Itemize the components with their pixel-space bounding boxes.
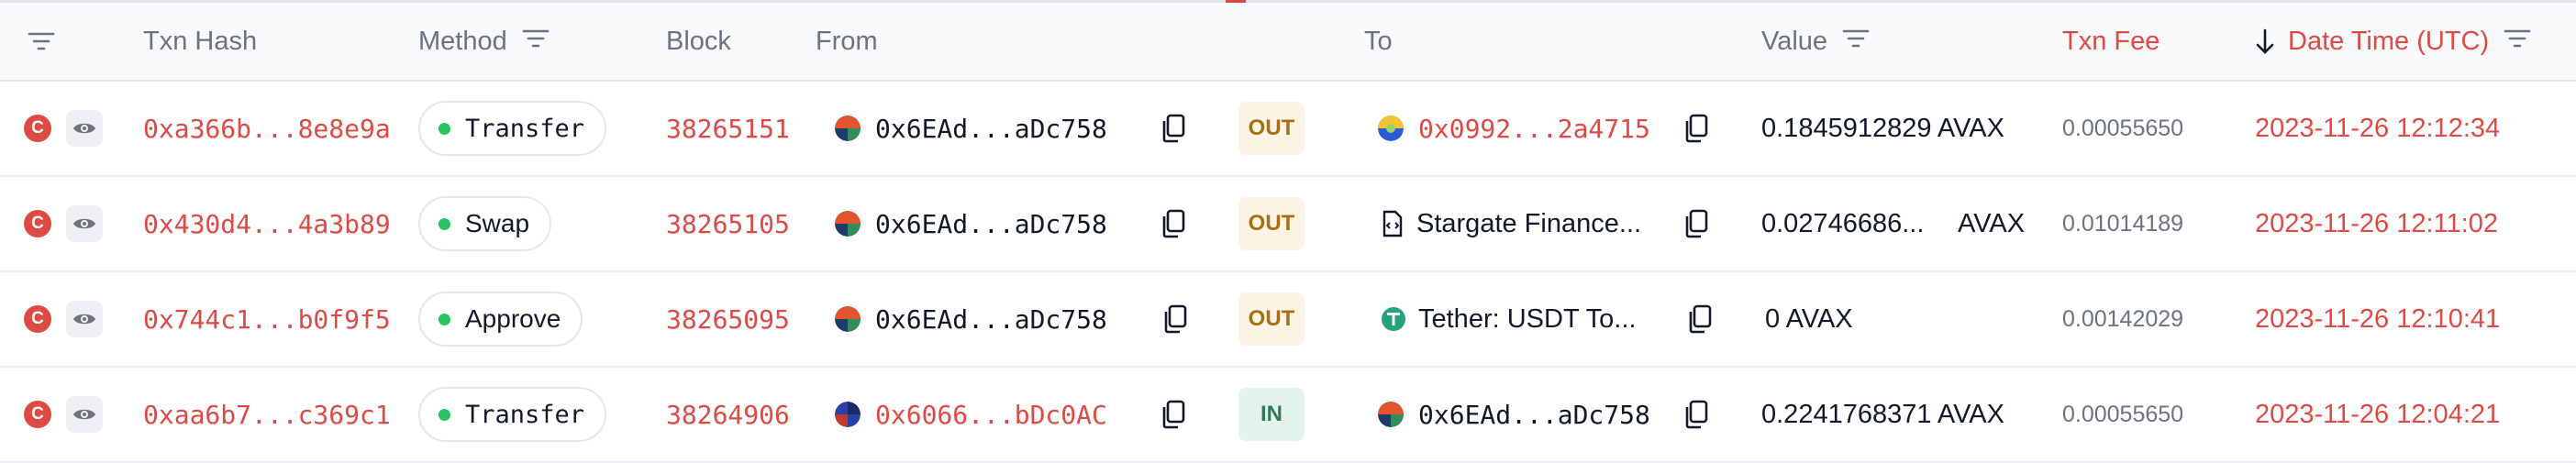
copy-icon[interactable] (1682, 208, 1710, 239)
copy-icon[interactable] (1160, 113, 1187, 144)
block-link[interactable]: 38265105 (666, 177, 790, 270)
from-address-link[interactable]: 0x6EAd...aDc758 (875, 209, 1107, 239)
value-amount: 0.1845912829 AVAX (1761, 113, 2004, 143)
table-row: C 0x430d4...4a3b89 Swap 38265105 0x6EAd.… (0, 177, 2576, 272)
eye-icon[interactable] (66, 301, 103, 337)
from-address-link[interactable]: 0x6066...bDc0AC (875, 400, 1107, 430)
direction-badge: OUT (1238, 102, 1305, 155)
table-header: Txn Hash Method Block From To Value Txn … (0, 3, 2576, 82)
value-filter-icon[interactable] (1842, 27, 1870, 57)
from-address-link[interactable]: 0x6EAd...aDc758 (875, 304, 1107, 335)
method-header-label: Method (418, 26, 507, 56)
table-row: C 0xa366b...8e8e9a Transfer 38265151 0x6… (0, 82, 2576, 177)
tether-logo-icon (1382, 307, 1405, 331)
copy-icon[interactable] (1682, 113, 1710, 144)
method-badge: Transfer (418, 387, 607, 442)
date-time: 2023-11-26 12:11:02 (2255, 208, 2498, 238)
txn-fee: 0.00055650 (2062, 401, 2184, 427)
date-filter-icon[interactable] (2504, 27, 2531, 57)
direction-badge: OUT (1238, 292, 1305, 346)
filter-icon[interactable] (28, 3, 55, 80)
from-address-link[interactable]: 0x6EAd...aDc758 (875, 114, 1107, 144)
status-badge: C (24, 305, 51, 333)
column-header-to: To (1364, 26, 1393, 56)
to-contract-link[interactable]: Tether: USDT To... (1418, 304, 1636, 335)
method-label: Transfer (465, 400, 585, 429)
from-avatar-icon (835, 211, 861, 237)
value-amount: 0.2241768371 AVAX (1761, 399, 2004, 429)
txn-fee: 0.01014189 (2062, 210, 2184, 237)
method-filter-icon[interactable] (522, 27, 550, 57)
table-row: C 0xaa6b7...c369c1 Transfer 38264906 0x6… (0, 368, 2576, 463)
txn-fee: 0.00055650 (2062, 115, 2184, 141)
copy-icon[interactable] (1682, 399, 1710, 430)
column-header-txn-hash: Txn Hash (143, 26, 258, 56)
to-address-link[interactable]: 0x6EAd...aDc758 (1418, 400, 1650, 430)
from-avatar-icon (835, 402, 861, 427)
method-badge: Swap (418, 196, 552, 251)
token-avatar-icon (1378, 116, 1404, 141)
copy-icon[interactable] (1160, 208, 1187, 239)
block-link[interactable]: 38264906 (666, 368, 790, 461)
txn-fee: 0.00142029 (2062, 305, 2184, 332)
from-avatar-icon (835, 116, 861, 141)
txn-hash-link[interactable]: 0x744c1...b0f9f5 (143, 272, 391, 366)
copy-icon[interactable] (1686, 303, 1714, 335)
from-avatar-icon (835, 306, 861, 332)
value-amount: 0 AVAX (1765, 303, 1853, 334)
txn-hash-link[interactable]: 0x430d4...4a3b89 (143, 177, 391, 270)
address-avatar-icon (1378, 402, 1404, 427)
status-badge: C (24, 401, 51, 428)
column-header-from: From (816, 26, 878, 56)
date-time: 2023-11-26 12:10:41 (2255, 303, 2501, 334)
value-amount: 0.02746686... (1761, 208, 1925, 238)
column-header-method[interactable]: Method (418, 3, 550, 80)
value-header-label: Value (1761, 26, 1828, 56)
method-badge: Transfer (418, 101, 607, 156)
eye-icon[interactable] (66, 110, 103, 147)
method-status-dot (439, 408, 450, 421)
txn-hash-link[interactable]: 0xa366b...8e8e9a (143, 82, 391, 175)
method-label: Transfer (465, 114, 585, 143)
status-badge: C (24, 210, 51, 237)
method-status-dot (439, 217, 450, 230)
date-time: 2023-11-26 12:12:34 (2255, 113, 2501, 143)
column-header-block: Block (666, 26, 731, 56)
direction-badge: OUT (1238, 197, 1305, 250)
block-link[interactable]: 38265095 (666, 272, 790, 366)
copy-icon[interactable] (1161, 303, 1189, 335)
eye-icon[interactable] (66, 396, 103, 433)
date-time: 2023-11-26 12:04:21 (2255, 399, 2501, 429)
table-row: C 0x744c1...b0f9f5 Approve 38265095 0x6E… (0, 272, 2576, 368)
date-header-label: Date Time (UTC) (2288, 26, 2490, 56)
eye-icon[interactable] (66, 205, 103, 242)
status-badge: C (24, 115, 51, 142)
column-header-txn-fee[interactable]: Txn Fee (2062, 3, 2160, 80)
method-label: Approve (465, 304, 561, 333)
column-header-value[interactable]: Value (1761, 3, 1870, 80)
contract-file-icon (1382, 210, 1404, 237)
column-header-date-time[interactable]: Date Time (UTC) (2255, 3, 2531, 80)
sort-down-arrow-icon[interactable] (2255, 28, 2275, 55)
method-status-dot (439, 122, 450, 135)
copy-icon[interactable] (1160, 399, 1187, 430)
method-label: Swap (465, 209, 530, 237)
method-status-dot (439, 313, 450, 325)
to-address-link[interactable]: 0x0992...2a4715 (1418, 114, 1650, 144)
block-link[interactable]: 38265151 (666, 82, 790, 175)
to-contract-link[interactable]: Stargate Finance... (1416, 209, 1641, 239)
value-unit: AVAX (1958, 208, 2026, 238)
txn-hash-link[interactable]: 0xaa6b7...c369c1 (143, 368, 391, 461)
direction-badge: IN (1238, 388, 1305, 441)
method-badge: Approve (418, 292, 583, 347)
